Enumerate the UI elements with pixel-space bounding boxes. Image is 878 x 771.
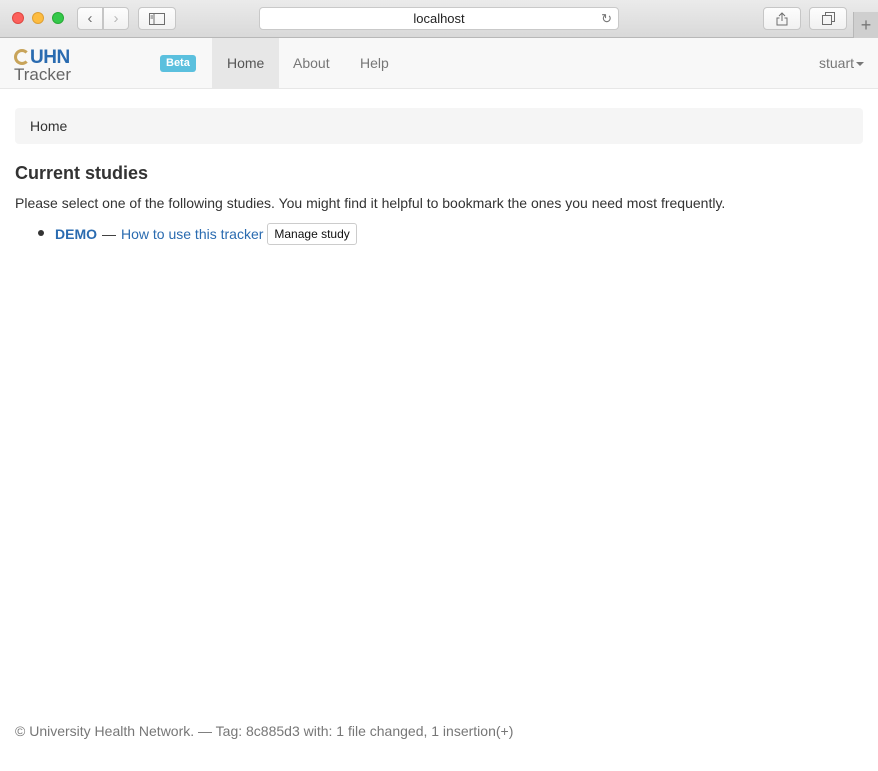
reload-icon[interactable]: ↻	[601, 8, 612, 30]
beta-badge: Beta	[160, 55, 196, 72]
study-list: DEMO — How to use this tracker Manage st…	[15, 223, 357, 245]
share-button[interactable]	[763, 7, 801, 30]
sidebar-toggle-button[interactable]	[138, 7, 176, 30]
chevron-left-icon: ‹	[87, 10, 93, 27]
navbar: UHN Tracker Beta Home About Help stuart	[0, 38, 878, 89]
how-to-use-link[interactable]: How to use this tracker	[121, 224, 263, 244]
forward-button[interactable]: ›	[103, 7, 129, 30]
minimize-window-icon[interactable]	[32, 12, 44, 24]
tabs-icon	[821, 12, 835, 25]
logo[interactable]: UHN Tracker	[14, 47, 84, 84]
user-menu[interactable]: stuart	[819, 38, 864, 88]
address-bar[interactable]: localhost ↻	[259, 7, 619, 30]
chevron-right-icon: ›	[113, 10, 119, 27]
list-item: DEMO — How to use this tracker Manage st…	[15, 223, 357, 245]
close-window-icon[interactable]	[12, 12, 24, 24]
zoom-window-icon[interactable]	[52, 12, 64, 24]
intro-text: Please select one of the following studi…	[15, 195, 726, 211]
show-tabs-button[interactable]	[809, 7, 847, 30]
uhn-logo-icon	[14, 49, 30, 65]
share-icon	[776, 11, 788, 25]
manage-study-button[interactable]: Manage study	[267, 223, 357, 245]
back-button[interactable]: ‹	[77, 7, 103, 30]
sidebar-icon	[149, 12, 165, 25]
address-text: localhost	[413, 11, 465, 26]
page-title: Current studies	[15, 163, 149, 183]
separator: —	[102, 226, 116, 242]
nav-help[interactable]: Help	[345, 38, 404, 88]
bullet-icon	[38, 230, 44, 236]
nav-about[interactable]: About	[278, 38, 345, 88]
user-name: stuart	[818, 55, 854, 71]
new-tab-button[interactable]: +	[853, 12, 878, 38]
footer-text: © University Health Network. — Tag: 8c88…	[15, 723, 514, 739]
caret-down-icon	[856, 62, 864, 67]
logo-text-bottom: Tracker	[14, 65, 71, 84]
browser-toolbar: ‹ › localhost ↻ +	[0, 0, 878, 38]
study-link-demo[interactable]: DEMO	[55, 224, 97, 244]
breadcrumb-current: Home	[30, 118, 68, 134]
nav-home[interactable]: Home	[212, 38, 280, 88]
plus-icon: +	[860, 15, 872, 35]
breadcrumb: Home	[15, 108, 863, 144]
